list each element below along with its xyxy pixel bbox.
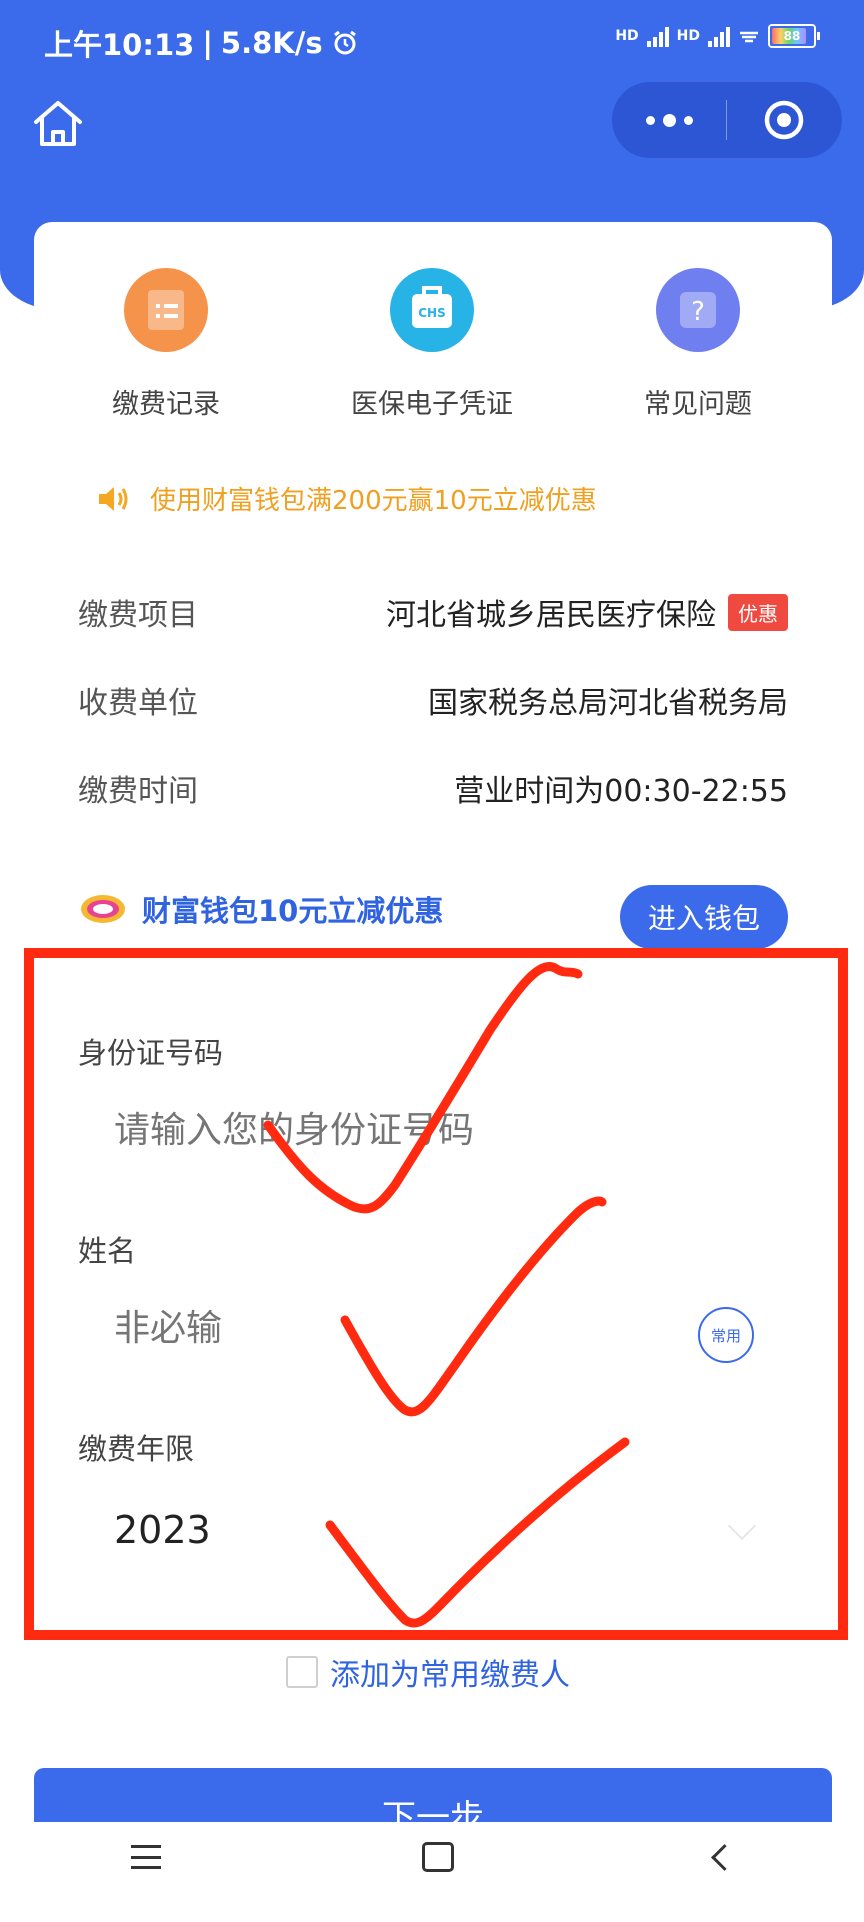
menu-icon[interactable] bbox=[130, 1845, 161, 1869]
info-row-item: 缴费项目 河北省城乡居民医疗保险 优惠 bbox=[78, 590, 788, 634]
add-common-payer[interactable]: 添加为常用缴费人 bbox=[286, 1650, 570, 1694]
info-row-time: 缴费时间 营业时间为00:30-22:55 bbox=[78, 766, 788, 810]
notice-text: 使用财富钱包满200元赢10元立减优惠 bbox=[150, 486, 597, 516]
payment-record-icon bbox=[124, 268, 208, 352]
faq-icon: ? bbox=[656, 268, 740, 352]
info-label: 收费单位 bbox=[78, 686, 198, 721]
svg-text:CHS: CHS bbox=[418, 306, 446, 320]
home-icon bbox=[34, 101, 82, 146]
status-network-speed: 5.8K/s bbox=[220, 26, 323, 60]
shortcut-label: 常见问题 bbox=[644, 389, 752, 420]
enter-wallet-button[interactable]: 进入钱包 bbox=[620, 885, 788, 949]
alarm-icon bbox=[333, 30, 356, 55]
more-button[interactable] bbox=[612, 82, 726, 158]
hd-label-2: HD bbox=[676, 28, 700, 44]
system-nav-bar bbox=[0, 1822, 864, 1892]
shortcut-medical-voucher[interactable]: CHS 医保电子凭证 bbox=[332, 268, 532, 421]
shortcut-label: 缴费记录 bbox=[112, 389, 220, 420]
shortcut-label: 医保电子凭证 bbox=[351, 389, 513, 420]
wallet-logo-icon bbox=[81, 895, 125, 923]
battery-icon: 88 bbox=[768, 24, 820, 48]
battery-level: 88 bbox=[783, 29, 801, 43]
info-label: 缴费时间 bbox=[78, 774, 198, 809]
square-home-icon[interactable] bbox=[421, 1842, 454, 1872]
payee-unit-value: 国家税务总局河北省税务局 bbox=[428, 686, 788, 721]
add-common-label: 添加为常用缴费人 bbox=[330, 1658, 570, 1693]
shortcut-faq[interactable]: ? 常见问题 bbox=[598, 268, 798, 421]
annotation-red-box bbox=[24, 948, 848, 1640]
svg-text:?: ? bbox=[691, 297, 705, 327]
discount-badge: 优惠 bbox=[728, 593, 788, 631]
medical-insurance-voucher-icon: CHS bbox=[390, 268, 474, 352]
info-label: 缴费项目 bbox=[78, 598, 198, 633]
back-icon[interactable] bbox=[710, 1843, 738, 1871]
payment-item-value: 河北省城乡居民医疗保险 bbox=[386, 598, 716, 633]
status-bar: 上午10:13 | 5.8K/s HD HD 88 bbox=[0, 0, 864, 80]
miniprogram-capsule bbox=[612, 82, 842, 158]
add-common-checkbox[interactable] bbox=[286, 1656, 318, 1688]
signal-icon-2 bbox=[708, 25, 730, 47]
signal-icon bbox=[646, 25, 669, 47]
target-icon bbox=[764, 100, 804, 140]
hd-label: HD bbox=[615, 28, 639, 44]
home-button[interactable] bbox=[30, 98, 86, 150]
wifi-icon bbox=[740, 31, 758, 43]
wallet-promo: 财富钱包10元立减优惠 bbox=[78, 888, 443, 930]
promo-notice[interactable]: 使用财富钱包满200元赢10元立减优惠 bbox=[96, 480, 597, 517]
business-hours-value: 营业时间为00:30-22:55 bbox=[454, 774, 788, 809]
status-time: 上午10:13 bbox=[44, 28, 195, 62]
close-miniprogram-button[interactable] bbox=[727, 82, 841, 158]
speaker-icon bbox=[99, 486, 128, 511]
shortcut-payment-record[interactable]: 缴费记录 bbox=[66, 268, 266, 421]
info-row-unit: 收费单位 国家税务总局河北省税务局 bbox=[78, 678, 788, 722]
more-icon bbox=[662, 113, 676, 127]
wallet-promo-text: 财富钱包10元立减优惠 bbox=[142, 894, 444, 928]
